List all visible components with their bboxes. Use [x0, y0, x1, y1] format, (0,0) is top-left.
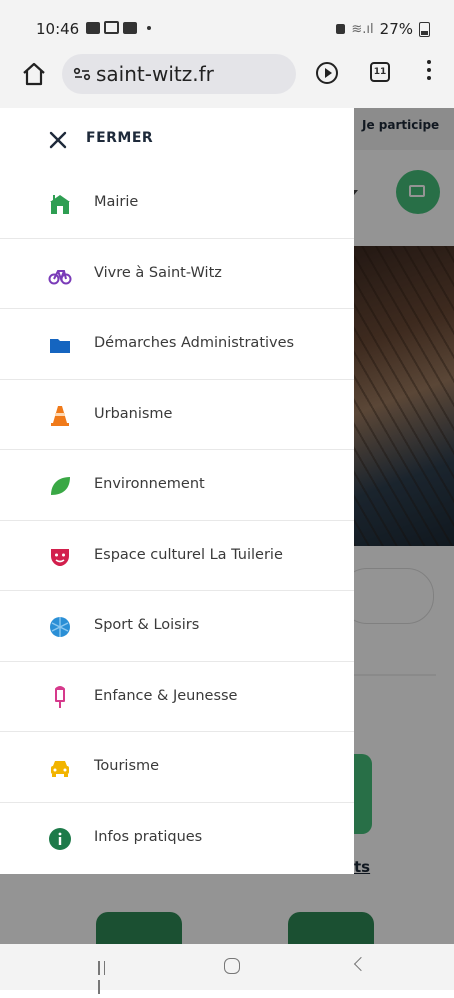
mail-notification-icon — [104, 21, 119, 34]
menu-item-sport[interactable]: Sport & Loisirs — [0, 591, 354, 662]
recent-apps-icon[interactable] — [98, 960, 114, 994]
menu-item-tourisme[interactable]: Tourisme — [0, 732, 354, 803]
menu-item-enfance[interactable]: Enfance & Jeunesse — [0, 662, 354, 732]
notification-icons — [86, 21, 151, 34]
lock-icon — [336, 24, 346, 34]
battery-level: 27% — [379, 20, 413, 38]
town-hall-icon — [50, 195, 70, 214]
close-label[interactable]: FERMER — [86, 130, 153, 146]
navigation-drawer: FERMER Mairie Vivre à Saint-Witz Démarch… — [0, 108, 354, 874]
close-menu-button[interactable]: FERMER — [0, 108, 354, 168]
more-options-icon[interactable] — [426, 60, 432, 86]
browser-toolbar: saint-witz.fr 11 — [0, 40, 454, 108]
menu-item-label: Mairie — [94, 194, 139, 210]
play-icon[interactable] — [316, 62, 338, 84]
menu-item-mairie[interactable]: Mairie — [0, 168, 354, 239]
ball-icon — [50, 617, 70, 637]
video-notification-icon — [123, 21, 137, 34]
tab-switcher-button[interactable]: 11 — [370, 62, 390, 82]
menu-item-label: Sport & Loisirs — [94, 617, 200, 633]
site-settings-icon[interactable] — [72, 64, 92, 84]
car-icon — [51, 761, 69, 777]
menu-item-environnement[interactable]: Environnement — [0, 450, 354, 521]
battery-icon — [419, 21, 430, 37]
menu-item-culture[interactable]: Espace culturel La Tuilerie — [0, 521, 354, 591]
menu-item-demarches[interactable]: Démarches Administratives — [0, 309, 354, 380]
url-text[interactable]: saint-witz.fr — [96, 62, 214, 86]
ice-cream-icon — [55, 685, 65, 708]
address-bar[interactable]: saint-witz.fr — [62, 54, 296, 94]
menu-item-label: Espace culturel La Tuilerie — [94, 546, 283, 563]
menu-item-vivre[interactable]: Vivre à Saint-Witz — [0, 239, 354, 309]
menu-list: Mairie Vivre à Saint-Witz Démarches Admi… — [0, 168, 354, 873]
system-navigation-bar — [0, 944, 454, 994]
folder-icon — [50, 339, 70, 353]
close-icon[interactable] — [46, 128, 70, 152]
menu-item-label: Vivre à Saint-Witz — [94, 264, 222, 281]
gallery-notification-icon — [86, 21, 100, 34]
menu-item-label: Démarches Administratives — [94, 335, 295, 351]
menu-item-infos[interactable]: Infos pratiques — [0, 803, 354, 874]
system-icons: ≋.ıl 27% — [336, 20, 430, 38]
menu-item-label: Urbanisme — [94, 405, 173, 422]
menu-item-label: Enfance & Jeunesse — [94, 687, 238, 704]
theater-mask-icon — [51, 548, 69, 566]
wifi-signal-icon: ≋.ıl — [351, 21, 374, 37]
menu-item-label: Environnement — [94, 476, 205, 492]
back-icon[interactable] — [353, 956, 369, 972]
leaf-icon — [51, 477, 70, 495]
menu-item-urbanisme[interactable]: Urbanisme — [0, 380, 354, 450]
menu-item-label: Tourisme — [94, 758, 160, 774]
info-icon — [49, 827, 71, 850]
bicycle-icon — [48, 269, 72, 284]
status-bar: 10:46 ≋.ıl 27% — [0, 0, 454, 40]
status-time: 10:46 — [36, 20, 80, 38]
traffic-cone-icon — [51, 405, 69, 426]
home-button-icon[interactable] — [224, 958, 240, 974]
home-icon[interactable] — [20, 60, 48, 88]
more-notifications-icon — [147, 25, 151, 30]
menu-item-label: Infos pratiques — [94, 828, 203, 845]
